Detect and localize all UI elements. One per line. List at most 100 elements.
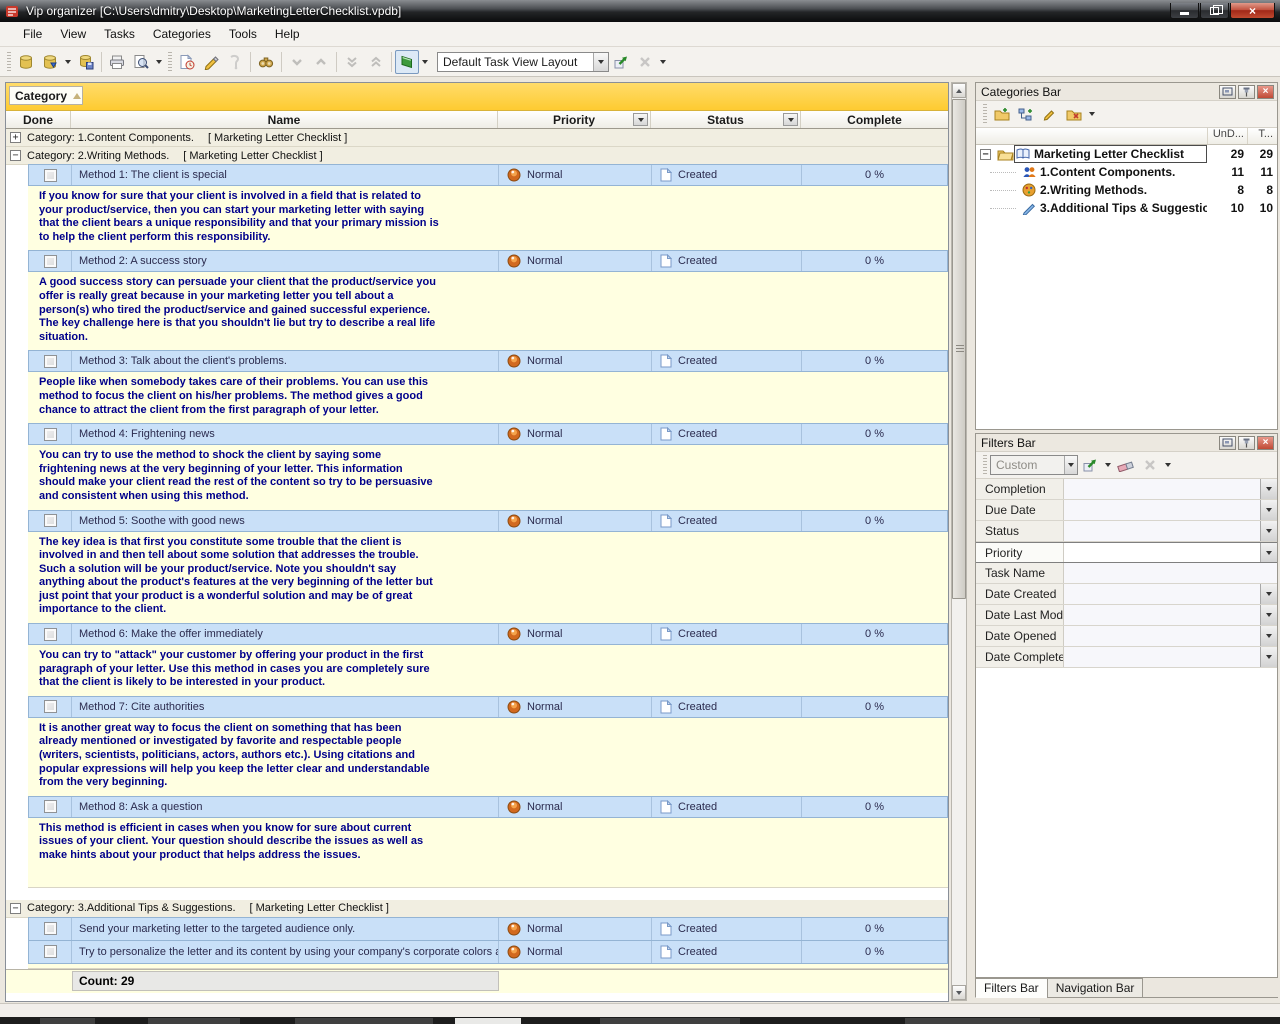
remove-filter-button[interactable] bbox=[1138, 453, 1162, 477]
category-tree-row[interactable]: −Marketing Letter Checklist 29 29 bbox=[976, 145, 1277, 163]
move-up-button[interactable] bbox=[309, 50, 333, 74]
category-tree-row[interactable]: 1.Content Components. 11 11 bbox=[976, 163, 1277, 181]
category-group-row[interactable]: − Category: 3.Additional Tips & Suggesti… bbox=[6, 900, 948, 918]
filter-row-date-last-modified[interactable]: Date Last Modified bbox=[976, 605, 1277, 626]
print-preview-button[interactable] bbox=[129, 50, 153, 74]
delete-category-button[interactable] bbox=[1062, 102, 1086, 126]
done-checkbox[interactable] bbox=[44, 945, 57, 958]
open-database-dropdown-icon[interactable] bbox=[65, 60, 71, 64]
taskbar-window-button[interactable] bbox=[40, 1018, 95, 1024]
panel-restore-button[interactable] bbox=[1219, 436, 1236, 450]
vertical-scrollbar[interactable] bbox=[951, 82, 967, 1001]
task-description-row[interactable]: It is another great way to focus the cli… bbox=[28, 718, 948, 797]
filter-dropdown-button[interactable] bbox=[1260, 479, 1277, 499]
toolbar-grip[interactable] bbox=[983, 104, 987, 124]
restore-button[interactable] bbox=[1200, 3, 1229, 19]
expand-collapse-icon[interactable]: + bbox=[10, 132, 21, 143]
filter-row-due-date[interactable]: Due Date bbox=[976, 500, 1277, 521]
column-header-name[interactable]: Name bbox=[71, 111, 498, 128]
print-button[interactable] bbox=[105, 50, 129, 74]
filter-value-field[interactable] bbox=[1064, 521, 1260, 541]
taskbar-window-button[interactable] bbox=[905, 1018, 1040, 1024]
filter-value-field[interactable] bbox=[1064, 605, 1260, 625]
task-name[interactable]: Method 6: Make the offer immediately bbox=[72, 624, 499, 644]
add-task-button[interactable] bbox=[175, 50, 199, 74]
edit-category-button[interactable] bbox=[1038, 102, 1062, 126]
filter-value-field[interactable] bbox=[1064, 563, 1277, 583]
priority-filter-button[interactable] bbox=[633, 113, 648, 126]
done-checkbox[interactable] bbox=[44, 428, 57, 441]
task-description-row[interactable]: People like when somebody takes care of … bbox=[28, 372, 948, 424]
scroll-down-button[interactable] bbox=[952, 985, 966, 1000]
task-name[interactable]: Method 4: Frightening news bbox=[72, 424, 499, 444]
combo-dropdown-button[interactable] bbox=[593, 53, 608, 71]
move-to-bottom-button[interactable] bbox=[340, 50, 364, 74]
panel-pin-button[interactable] bbox=[1238, 85, 1255, 99]
task-description-row[interactable]: You can try to "attack" your customer by… bbox=[28, 645, 948, 697]
filter-dropdown-button[interactable] bbox=[1260, 500, 1277, 520]
filter-row-date-completed[interactable]: Date Completed bbox=[976, 647, 1277, 668]
done-checkbox[interactable] bbox=[44, 922, 57, 935]
task-name[interactable]: Method 7: Cite authorities bbox=[72, 697, 499, 717]
toolbar-grip[interactable] bbox=[168, 52, 172, 72]
task-description-row[interactable]: If you know for sure that your client is… bbox=[28, 186, 948, 251]
taskbar-window-button[interactable] bbox=[295, 1018, 433, 1024]
done-checkbox[interactable] bbox=[44, 355, 57, 368]
combo-dropdown-button[interactable] bbox=[1064, 456, 1077, 474]
column-header-status[interactable]: Status bbox=[651, 111, 801, 128]
task-description-row[interactable]: You can try to use the method to shock t… bbox=[28, 445, 948, 510]
filter-value-field[interactable] bbox=[1064, 647, 1260, 667]
filter-preset-combo[interactable]: Custom bbox=[990, 455, 1078, 475]
menu-view[interactable]: View bbox=[51, 24, 95, 44]
filter-row-status[interactable]: Status bbox=[976, 521, 1277, 542]
task-row[interactable]: Method 2: A success story Normal Created… bbox=[28, 250, 948, 272]
column-header-undone[interactable]: UnD... bbox=[1207, 128, 1247, 144]
apply-layout-button[interactable] bbox=[609, 50, 633, 74]
apply-filter-button[interactable] bbox=[1078, 453, 1102, 477]
apply-filter-dropdown-icon[interactable] bbox=[1105, 463, 1111, 467]
task-view-layout-combo[interactable]: Default Task View Layout bbox=[437, 52, 609, 72]
filter-row-date-created[interactable]: Date Created bbox=[976, 584, 1277, 605]
category-tree-row[interactable]: 3.Additional Tips & Suggestions 10 10 bbox=[976, 199, 1277, 217]
task-name[interactable]: Method 3: Talk about the client's proble… bbox=[72, 351, 499, 371]
task-description-row[interactable]: This method is efficient in cases when y… bbox=[28, 818, 948, 888]
close-button[interactable]: × bbox=[1230, 3, 1275, 19]
task-row[interactable]: Method 1: The client is special Normal C… bbox=[28, 164, 948, 186]
panel-pin-button[interactable] bbox=[1238, 436, 1255, 450]
new-database-button[interactable] bbox=[14, 50, 38, 74]
done-checkbox[interactable] bbox=[44, 800, 57, 813]
task-row[interactable]: Method 7: Cite authorities Normal Create… bbox=[28, 696, 948, 718]
categories-toolbar-dropdown-icon[interactable] bbox=[1089, 112, 1095, 116]
category-group-row[interactable]: + Category: 1.Content Components. [ Mark… bbox=[6, 129, 948, 147]
scroll-up-button[interactable] bbox=[952, 83, 966, 98]
menu-help[interactable]: Help bbox=[266, 24, 309, 44]
layout-toolbar-dropdown-icon[interactable] bbox=[660, 60, 666, 64]
task-view-dropdown-icon[interactable] bbox=[422, 60, 428, 64]
remove-layout-button[interactable] bbox=[633, 50, 657, 74]
tab-navigation-bar[interactable]: Navigation Bar bbox=[1047, 978, 1144, 998]
menu-tools[interactable]: Tools bbox=[220, 24, 266, 44]
filter-dropdown-button[interactable] bbox=[1260, 605, 1277, 625]
filter-row-task-name[interactable]: Task Name bbox=[976, 563, 1277, 584]
task-name[interactable]: Try to personalize the letter and its co… bbox=[72, 941, 499, 963]
filter-dropdown-button[interactable] bbox=[1260, 584, 1277, 604]
task-row[interactable]: Send your marketing letter to the target… bbox=[28, 917, 948, 941]
done-checkbox[interactable] bbox=[44, 169, 57, 182]
taskbar-window-button[interactable] bbox=[600, 1018, 740, 1024]
task-row[interactable]: Method 6: Make the offer immediately Nor… bbox=[28, 623, 948, 645]
done-checkbox[interactable] bbox=[44, 700, 57, 713]
task-row[interactable]: Method 3: Talk about the client's proble… bbox=[28, 350, 948, 372]
filter-value-field[interactable] bbox=[1064, 500, 1260, 520]
filter-value-field[interactable] bbox=[1064, 626, 1260, 646]
task-description-row[interactable]: A good success story can persuade your c… bbox=[28, 272, 948, 351]
category-tree-row[interactable]: 2.Writing Methods. 8 8 bbox=[976, 181, 1277, 199]
expand-collapse-icon[interactable]: − bbox=[10, 903, 21, 914]
status-filter-button[interactable] bbox=[783, 113, 798, 126]
category-group-row[interactable]: − Category: 2.Writing Methods. [ Marketi… bbox=[6, 147, 948, 165]
column-header-complete[interactable]: Complete bbox=[801, 111, 948, 128]
print-preview-dropdown-icon[interactable] bbox=[156, 60, 162, 64]
task-description-row[interactable]: The key idea is that first you constitut… bbox=[28, 532, 948, 625]
done-checkbox[interactable] bbox=[44, 628, 57, 641]
task-name[interactable]: Method 1: The client is special bbox=[72, 165, 499, 185]
panel-restore-button[interactable] bbox=[1219, 85, 1236, 99]
